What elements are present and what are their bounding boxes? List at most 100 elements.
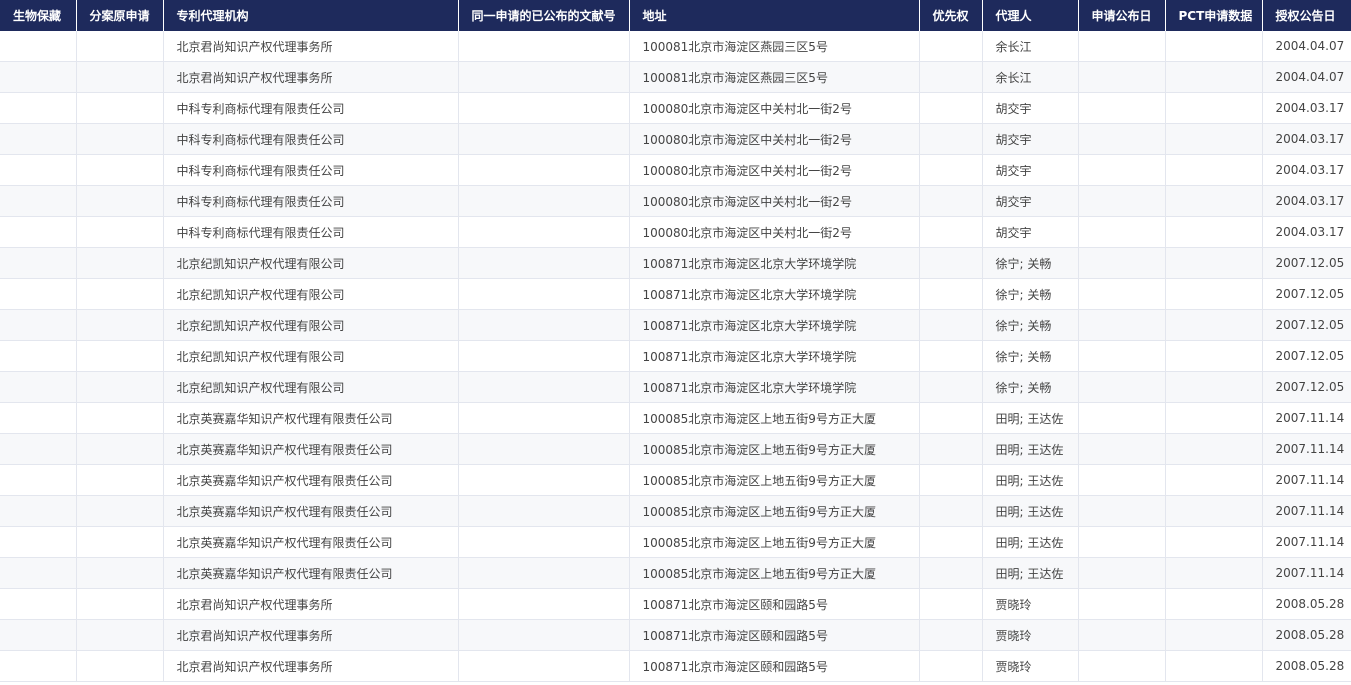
cell-patent-agency: 北京纪凯知识产权代理有限公司 — [163, 309, 459, 341]
table-row[interactable]: 中科专利商标代理有限责任公司 100080北京市海淀区中关村北一街2号 胡交宇 200… — [0, 92, 1351, 124]
cell-divisional-original — [76, 309, 164, 341]
column-header-bio-deposit[interactable]: 生物保藏 — [0, 0, 77, 31]
cell-publication-date — [1078, 185, 1166, 217]
table-row[interactable]: 北京纪凯知识产权代理有限公司 100871北京市海淀区北京大学环境学院 徐宁; 关畅… — [0, 309, 1351, 341]
cell-publication-date — [1078, 247, 1166, 279]
cell-priority — [919, 402, 983, 434]
cell-divisional-original — [76, 588, 164, 620]
cell-agent: 徐宁; 关畅 — [982, 309, 1079, 341]
column-header-agent[interactable]: 代理人 — [982, 0, 1079, 31]
cell-patent-agency: 中科专利商标代理有限责任公司 — [163, 123, 459, 155]
cell-agent: 余长江 — [982, 31, 1079, 62]
cell-publication-date — [1078, 278, 1166, 310]
table-row[interactable]: 北京英赛嘉华知识产权代理有限责任公司 100085北京市海淀区上地五街9号方正大厦… — [0, 495, 1351, 527]
cell-grant-date: 2008.05.28 — [1262, 588, 1351, 620]
cell-patent-agency: 北京君尚知识产权代理事务所 — [163, 650, 459, 682]
table-row[interactable]: 北京英赛嘉华知识产权代理有限责任公司 100085北京市海淀区上地五街9号方正大厦… — [0, 433, 1351, 465]
cell-agent: 徐宁; 关畅 — [982, 340, 1079, 372]
table-row[interactable]: 中科专利商标代理有限责任公司 100080北京市海淀区中关村北一街2号 胡交宇 200… — [0, 154, 1351, 186]
cell-address: 100871北京市海淀区北京大学环境学院 — [629, 371, 920, 403]
cell-pct-data — [1165, 185, 1263, 217]
cell-bio-deposit — [0, 371, 77, 403]
table-row[interactable]: 中科专利商标代理有限责任公司 100080北京市海淀区中关村北一街2号 胡交宇 200… — [0, 123, 1351, 155]
cell-grant-date: 2008.05.28 — [1262, 619, 1351, 651]
table-row[interactable]: 北京君尚知识产权代理事务所 100871北京市海淀区颐和园路5号 贾晓玲 2008.0… — [0, 650, 1351, 682]
column-header-patent-agency[interactable]: 专利代理机构 — [163, 0, 459, 31]
cell-published-doc-number — [458, 61, 630, 93]
cell-address: 100080北京市海淀区中关村北一街2号 — [629, 92, 920, 124]
cell-published-doc-number — [458, 92, 630, 124]
cell-grant-date: 2004.03.17 — [1262, 185, 1351, 217]
cell-grant-date: 2007.11.14 — [1262, 433, 1351, 465]
cell-grant-date: 2004.03.17 — [1262, 216, 1351, 248]
cell-address: 100081北京市海淀区燕园三区5号 — [629, 61, 920, 93]
cell-published-doc-number — [458, 185, 630, 217]
cell-priority — [919, 650, 983, 682]
table-row[interactable]: 北京君尚知识产权代理事务所 100081北京市海淀区燕园三区5号 余长江 2004.0… — [0, 61, 1351, 93]
cell-published-doc-number — [458, 557, 630, 589]
cell-publication-date — [1078, 526, 1166, 558]
table-row[interactable]: 中科专利商标代理有限责任公司 100080北京市海淀区中关村北一街2号 胡交宇 200… — [0, 185, 1351, 217]
cell-bio-deposit — [0, 464, 77, 496]
table-row[interactable]: 北京英赛嘉华知识产权代理有限责任公司 100085北京市海淀区上地五街9号方正大厦… — [0, 464, 1351, 496]
cell-publication-date — [1078, 340, 1166, 372]
cell-publication-date — [1078, 61, 1166, 93]
table-row[interactable]: 北京纪凯知识产权代理有限公司 100871北京市海淀区北京大学环境学院 徐宁; 关畅… — [0, 278, 1351, 310]
cell-divisional-original — [76, 371, 164, 403]
cell-grant-date: 2004.03.17 — [1262, 92, 1351, 124]
cell-published-doc-number — [458, 123, 630, 155]
column-header-pct-data[interactable]: PCT申请数据 — [1165, 0, 1263, 31]
column-header-published-doc-number[interactable]: 同一申请的已公布的文献号 — [458, 0, 630, 31]
cell-priority — [919, 557, 983, 589]
cell-priority — [919, 309, 983, 341]
cell-address: 100871北京市海淀区颐和园路5号 — [629, 619, 920, 651]
cell-patent-agency: 中科专利商标代理有限责任公司 — [163, 216, 459, 248]
cell-pct-data — [1165, 433, 1263, 465]
cell-bio-deposit — [0, 433, 77, 465]
table-row[interactable]: 北京君尚知识产权代理事务所 100871北京市海淀区颐和园路5号 贾晓玲 2008.0… — [0, 619, 1351, 651]
cell-grant-date: 2008.05.28 — [1262, 650, 1351, 682]
cell-address: 100871北京市海淀区颐和园路5号 — [629, 650, 920, 682]
table-row[interactable]: 北京英赛嘉华知识产权代理有限责任公司 100085北京市海淀区上地五街9号方正大厦… — [0, 557, 1351, 589]
table-row[interactable]: 北京英赛嘉华知识产权代理有限责任公司 100085北京市海淀区上地五街9号方正大厦… — [0, 526, 1351, 558]
cell-divisional-original — [76, 619, 164, 651]
column-header-publication-date[interactable]: 申请公布日 — [1078, 0, 1166, 31]
table-row[interactable]: 北京纪凯知识产权代理有限公司 100871北京市海淀区北京大学环境学院 徐宁; 关畅… — [0, 247, 1351, 279]
column-header-address[interactable]: 地址 — [629, 0, 920, 31]
table-row[interactable]: 北京英赛嘉华知识产权代理有限责任公司 100085北京市海淀区上地五街9号方正大厦… — [0, 402, 1351, 434]
cell-agent: 徐宁; 关畅 — [982, 371, 1079, 403]
cell-pct-data — [1165, 309, 1263, 341]
cell-address: 100085北京市海淀区上地五街9号方正大厦 — [629, 433, 920, 465]
table-row[interactable]: 北京纪凯知识产权代理有限公司 100871北京市海淀区北京大学环境学院 徐宁; 关畅… — [0, 371, 1351, 403]
cell-priority — [919, 278, 983, 310]
cell-agent: 徐宁; 关畅 — [982, 247, 1079, 279]
column-header-grant-date[interactable]: 授权公告日 — [1262, 0, 1351, 31]
cell-bio-deposit — [0, 278, 77, 310]
cell-patent-agency: 中科专利商标代理有限责任公司 — [163, 92, 459, 124]
cell-grant-date: 2007.12.05 — [1262, 340, 1351, 372]
column-header-divisional-original[interactable]: 分案原申请 — [76, 0, 164, 31]
cell-agent: 贾晓玲 — [982, 619, 1079, 651]
cell-priority — [919, 123, 983, 155]
cell-publication-date — [1078, 154, 1166, 186]
cell-priority — [919, 464, 983, 496]
cell-patent-agency: 北京纪凯知识产权代理有限公司 — [163, 247, 459, 279]
cell-priority — [919, 526, 983, 558]
table-row[interactable]: 中科专利商标代理有限责任公司 100080北京市海淀区中关村北一街2号 胡交宇 200… — [0, 216, 1351, 248]
column-header-priority[interactable]: 优先权 — [919, 0, 983, 31]
cell-grant-date: 2007.12.05 — [1262, 247, 1351, 279]
cell-divisional-original — [76, 154, 164, 186]
table-row[interactable]: 北京君尚知识产权代理事务所 100081北京市海淀区燕园三区5号 余长江 2004.0… — [0, 31, 1351, 62]
cell-address: 100085北京市海淀区上地五街9号方正大厦 — [629, 495, 920, 527]
cell-pct-data — [1165, 123, 1263, 155]
cell-pct-data — [1165, 371, 1263, 403]
table-row[interactable]: 北京君尚知识产权代理事务所 100871北京市海淀区颐和园路5号 贾晓玲 2008.0… — [0, 588, 1351, 620]
table-row[interactable]: 北京纪凯知识产权代理有限公司 100871北京市海淀区北京大学环境学院 徐宁; 关畅… — [0, 340, 1351, 372]
cell-published-doc-number — [458, 526, 630, 558]
cell-bio-deposit — [0, 495, 77, 527]
cell-bio-deposit — [0, 340, 77, 372]
cell-bio-deposit — [0, 61, 77, 93]
cell-bio-deposit — [0, 619, 77, 651]
cell-agent: 田明; 王达佐 — [982, 433, 1079, 465]
cell-published-doc-number — [458, 216, 630, 248]
